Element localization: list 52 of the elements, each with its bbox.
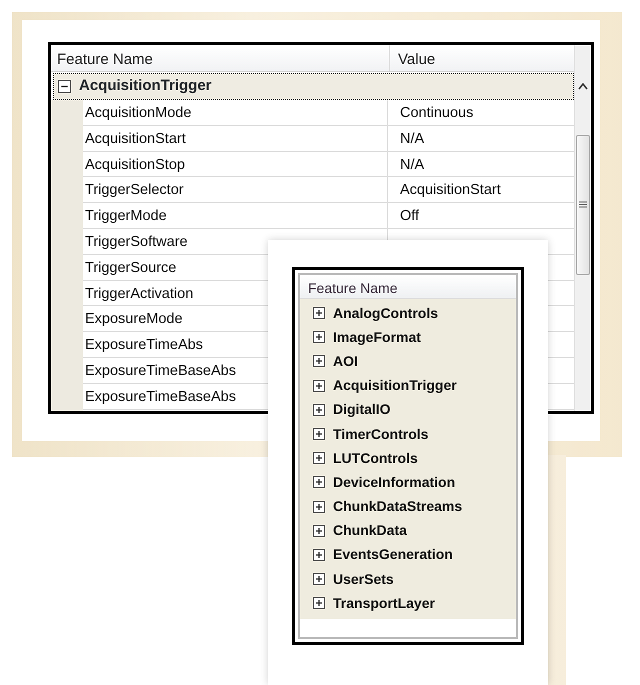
category-label: AOI xyxy=(333,352,358,371)
property-name: ExposureTimeBaseAbs xyxy=(85,362,236,379)
scrollbar-thumb[interactable] xyxy=(576,135,590,275)
property-value: AcquisitionStart xyxy=(400,182,501,198)
expand-icon[interactable] xyxy=(313,355,325,368)
property-name: ExposureTimeAbs xyxy=(85,337,203,354)
property-name: TriggerActivation xyxy=(85,286,194,302)
category-label: DeviceInformation xyxy=(333,472,456,492)
category-label: ChunkData xyxy=(333,521,407,540)
category-label: UserSets xyxy=(333,570,394,589)
collapse-icon[interactable] xyxy=(58,80,71,93)
property-value: N/A xyxy=(400,130,424,147)
property-name: TriggerSoftware xyxy=(85,234,188,250)
expand-icon[interactable] xyxy=(313,404,325,416)
property-name: TriggerMode xyxy=(85,208,167,224)
expand-icon[interactable] xyxy=(313,548,325,561)
expand-icon[interactable] xyxy=(313,307,325,320)
group-label: AcquisitionTrigger xyxy=(79,76,212,96)
property-name: AcquisitionStop xyxy=(85,156,185,173)
expand-icon[interactable] xyxy=(313,524,325,537)
category-label: DigitalIO xyxy=(333,400,391,420)
grip-icon xyxy=(579,201,587,208)
group-row[interactable]: AcquisitionTrigger xyxy=(53,73,574,100)
expand-icon[interactable] xyxy=(313,452,325,464)
category-label: LUTControls xyxy=(333,448,418,468)
category-label: TransportLayer xyxy=(333,594,435,613)
category-label: TimerControls xyxy=(333,424,428,444)
property-value: N/A xyxy=(400,156,424,173)
expand-icon[interactable] xyxy=(313,380,325,392)
property-name: TriggerSelector xyxy=(85,182,184,198)
expand-icon[interactable] xyxy=(313,597,325,610)
expand-icon[interactable] xyxy=(313,500,325,513)
column-title: Feature Name xyxy=(51,45,390,71)
property-name: AcquisitionMode xyxy=(85,105,192,121)
property-name: ExposureMode xyxy=(85,311,183,328)
expand-icon[interactable] xyxy=(313,476,325,488)
property-name: ExposureTimeBaseAbs xyxy=(85,388,236,405)
category-label: AcquisitionTrigger xyxy=(333,376,457,396)
scroll-up-icon[interactable] xyxy=(578,83,588,90)
property-value: Off xyxy=(400,208,420,224)
expand-icon[interactable] xyxy=(313,573,325,586)
column-title: Value xyxy=(397,50,436,70)
scrollbar[interactable] xyxy=(574,45,591,411)
category-label: ImageFormat xyxy=(333,328,421,347)
category-label: ChunkDataStreams xyxy=(333,497,462,516)
property-name: AcquisitionStart xyxy=(85,130,186,147)
property-name: TriggerSource xyxy=(85,260,176,276)
category-label: EventsGeneration xyxy=(333,545,453,564)
property-value: Continuous xyxy=(400,105,474,121)
expand-icon[interactable] xyxy=(313,428,325,440)
category-label: AnalogControls xyxy=(333,304,438,323)
expand-icon[interactable] xyxy=(313,331,325,344)
